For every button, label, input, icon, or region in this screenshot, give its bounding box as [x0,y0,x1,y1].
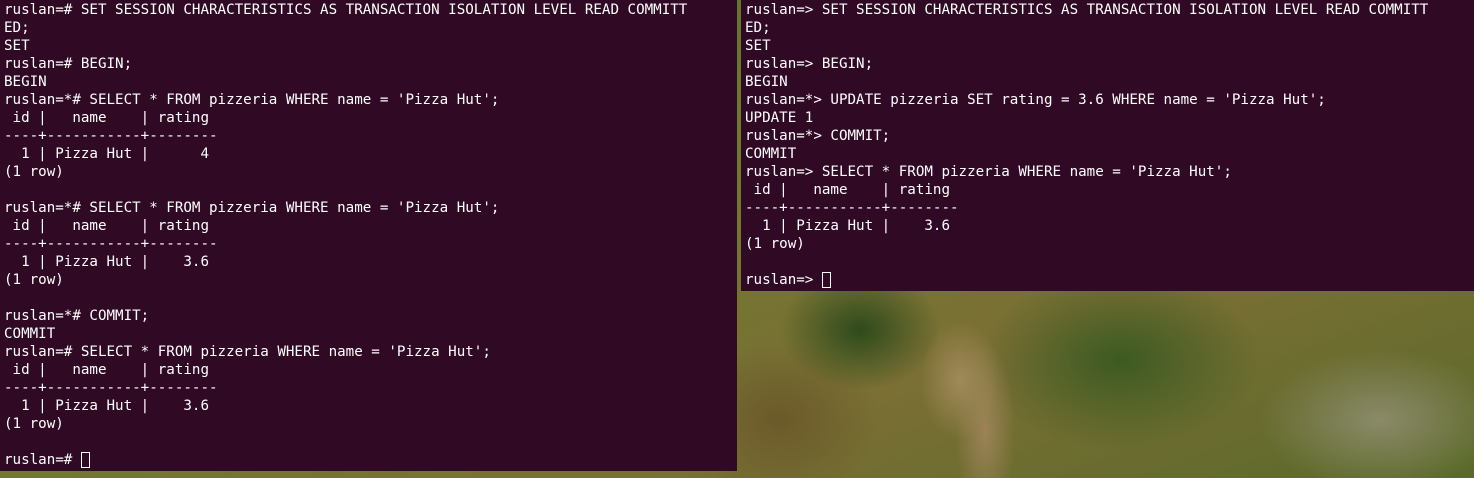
terminal-line: ----+-----------+-------- [745,200,959,216]
terminal-window-left[interactable]: ruslan=# SET SESSION CHARACTERISTICS AS … [0,0,737,471]
terminal-line: id | name | rating [745,182,950,198]
terminal-line: COMMIT [745,146,797,162]
prompt-text: ruslan=> [745,272,822,288]
terminal-window-right[interactable]: ruslan=> SET SESSION CHARACTERISTICS AS … [741,0,1474,291]
text-cursor [821,272,831,288]
terminal-line: ruslan=> BEGIN; [745,56,874,72]
terminal-line: BEGIN [745,74,788,90]
terminal-line: ----+-----------+-------- [4,128,218,144]
terminal-line: ruslan=*# COMMIT; [4,308,150,324]
terminal-line: 1 | Pizza Hut | 3.6 [4,254,209,270]
terminal-line: id | name | rating [4,218,209,234]
terminal-line: (1 row) [4,416,64,432]
terminal-line: id | name | rating [4,362,209,378]
terminal-line: BEGIN [4,74,47,90]
terminal-line: ED; [745,20,771,36]
terminal-line: ruslan=# BEGIN; [4,56,133,72]
terminal-line: ED; [4,20,30,36]
terminal-line: SET [4,38,30,54]
terminal-line: ruslan=*> UPDATE pizzeria SET rating = 3… [745,92,1326,108]
terminal-line: 1 | Pizza Hut | 3.6 [745,218,950,234]
terminal-line: id | name | rating [4,110,209,126]
terminal-line: ruslan=# SELECT * FROM pizzeria WHERE na… [4,344,491,360]
terminal-prompt-line[interactable]: ruslan=> [745,271,1428,289]
terminal-line: (1 row) [4,164,64,180]
terminal-line: ruslan=# SET SESSION CHARACTERISTICS AS … [4,2,688,18]
terminal-line: ----+-----------+-------- [4,236,218,252]
terminal-line: ruslan=> SELECT * FROM pizzeria WHERE na… [745,164,1232,180]
text-cursor [80,452,90,468]
terminal-line: ----+-----------+-------- [4,380,218,396]
terminal-line: 1 | Pizza Hut | 4 [4,146,209,162]
terminal-line: 1 | Pizza Hut | 3.6 [4,398,209,414]
terminal-output-right: ruslan=> SET SESSION CHARACTERISTICS AS … [745,1,1428,289]
terminal-line: ruslan=> SET SESSION CHARACTERISTICS AS … [745,2,1429,18]
terminal-line: COMMIT [4,326,56,342]
terminal-line: (1 row) [4,272,64,288]
terminal-line: ruslan=*# SELECT * FROM pizzeria WHERE n… [4,92,500,108]
terminal-line: ruslan=*> COMMIT; [745,128,891,144]
terminal-line: ruslan=*# SELECT * FROM pizzeria WHERE n… [4,200,500,216]
terminal-prompt-line[interactable]: ruslan=# [4,451,687,469]
terminal-line: SET [745,38,771,54]
terminal-line: (1 row) [745,236,805,252]
terminal-output-left: ruslan=# SET SESSION CHARACTERISTICS AS … [4,1,687,469]
terminal-line: UPDATE 1 [745,110,814,126]
prompt-text: ruslan=# [4,452,81,468]
